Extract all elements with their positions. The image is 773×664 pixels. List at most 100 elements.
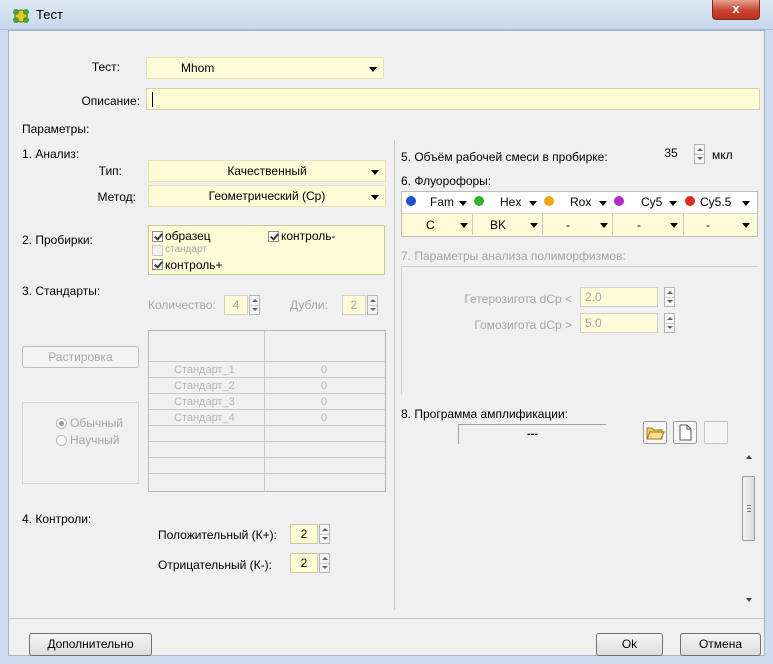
cy5-chevron-down-icon: [669, 201, 677, 206]
type-select[interactable]: Качественный: [148, 160, 386, 182]
homo-value[interactable]: 5.0: [580, 313, 658, 333]
title-bar: [0, 0, 773, 30]
standards-table: [148, 330, 386, 492]
standard-row-name: Стандарт_1: [174, 364, 235, 376]
duplicates-value[interactable]: 2: [342, 295, 366, 315]
control-plus-checkbox[interactable]: [152, 259, 163, 270]
analysis-label: 1. Анализ:: [22, 147, 80, 161]
rox-channel-name[interactable]: Rox: [570, 195, 591, 209]
negative-control-value[interactable]: 2: [290, 553, 318, 573]
titration-button[interactable]: Растировка: [22, 346, 139, 368]
window-title: Тест: [36, 7, 63, 22]
volume-value[interactable]: 35: [652, 144, 690, 164]
cy55-sub-select[interactable]: -: [706, 218, 710, 232]
type-label: Тип:: [98, 164, 122, 178]
app-icon: [12, 8, 30, 24]
new-file-icon[interactable]: [673, 421, 697, 444]
cy55-chevron-down-icon: [742, 201, 750, 206]
hetero-value[interactable]: 2.0: [580, 287, 658, 307]
cancel-button[interactable]: Отмена: [680, 633, 761, 656]
hex-channel-name[interactable]: Hex: [500, 195, 521, 209]
program-label: 8. Программа амплификации:: [401, 407, 569, 421]
homo-label: Гомозигота dCp >: [474, 318, 572, 332]
homo-spinner[interactable]: [664, 313, 675, 333]
controls-label: 4. Контроли:: [22, 512, 92, 526]
cy5-color-dot: [614, 196, 624, 206]
scroll-down-icon: [746, 598, 752, 602]
window-frame-left: [0, 30, 8, 664]
count-label: Количество:: [148, 298, 216, 312]
sample-checkbox[interactable]: [152, 231, 163, 242]
cy5-channel-name[interactable]: Cy5: [641, 195, 662, 209]
standard-row-name: Стандарт_2: [174, 380, 235, 392]
mode-normal-label: Обычный: [70, 416, 124, 430]
close-icon: x: [732, 1, 740, 16]
fam-color-dot: [406, 196, 416, 206]
description-input[interactable]: [146, 88, 760, 110]
polymorphism-label: 7. Параметры анализа полиморфизмов:: [401, 249, 626, 263]
rox-sub-select[interactable]: -: [566, 218, 570, 232]
test-select[interactable]: Mhom: [146, 57, 384, 79]
control-minus-checkbox[interactable]: [268, 231, 279, 242]
control-plus-label: контроль+: [165, 258, 223, 272]
sample-label: образец: [165, 229, 211, 243]
fam-sub-select[interactable]: C: [426, 218, 435, 232]
count-value[interactable]: 4: [224, 295, 248, 315]
standard-row-value: 0: [321, 412, 328, 424]
count-spinner[interactable]: [249, 295, 260, 315]
column-separator: [394, 140, 395, 610]
cy55-channel-name[interactable]: Cy5.5: [700, 195, 731, 209]
positive-control-value[interactable]: 2: [290, 524, 318, 544]
hex-chevron-down-icon: [529, 201, 537, 206]
standard-checkbox[interactable]: [152, 245, 163, 256]
method-select-value: Геометрический (Cp): [208, 189, 326, 203]
duplicates-label: Дубли:: [290, 298, 328, 312]
test-select-value: Mhom: [181, 61, 215, 75]
standard-row-name: Стандарт_3: [174, 396, 235, 408]
method-label: Метод:: [97, 190, 136, 204]
params-label: Параметры:: [22, 122, 90, 136]
fam-channel-name[interactable]: Fam: [430, 195, 454, 209]
method-select[interactable]: Геометрический (Cp): [148, 185, 386, 207]
mode-scientific-radio[interactable]: [56, 435, 67, 446]
test-label: Тест:: [91, 60, 120, 74]
volume-spinner[interactable]: [694, 144, 705, 164]
text-caret: [152, 92, 153, 107]
scroll-up-icon: [746, 455, 752, 459]
more-button[interactable]: Дополнительно: [29, 633, 152, 656]
cy55-color-dot: [685, 196, 695, 206]
duplicates-spinner[interactable]: [367, 295, 378, 315]
window-frame-bottom: [0, 656, 773, 664]
hetero-label: Гетерозигота dCp <: [464, 292, 572, 306]
footer-separator: [9, 618, 764, 619]
hetero-spinner[interactable]: [664, 287, 675, 307]
type-select-value: Качественный: [227, 164, 307, 178]
hex-color-dot: [474, 196, 484, 206]
positive-control-label: Положительный (К+):: [158, 528, 277, 542]
negative-control-spinner[interactable]: [319, 553, 330, 573]
rox-color-dot: [544, 196, 554, 206]
standard-row-value: 0: [321, 396, 328, 408]
volume-label: 5. Объём рабочей смеси в пробирке:: [401, 150, 608, 164]
hex-sub-select[interactable]: BK: [490, 218, 506, 232]
cy5-sub-select[interactable]: -: [637, 218, 641, 232]
chevron-down-icon: [369, 67, 377, 72]
chevron-down-icon: [670, 223, 678, 228]
open-folder-icon[interactable]: [643, 421, 667, 444]
mode-scientific-label: Научный: [70, 433, 120, 447]
chevron-down-icon: [600, 223, 608, 228]
blank-toolbar-button[interactable]: [704, 421, 728, 444]
program-value[interactable]: ---: [458, 424, 606, 444]
ok-button[interactable]: Ok: [596, 633, 663, 656]
volume-unit: мкл: [712, 148, 733, 162]
standard-row-name: Стандарт_4: [174, 412, 235, 424]
mode-normal-radio[interactable]: [56, 418, 67, 429]
program-scrollbar[interactable]: [741, 448, 757, 608]
positive-control-spinner[interactable]: [319, 524, 330, 544]
chevron-down-icon: [371, 170, 379, 175]
scrollbar-thumb[interactable]: [742, 476, 755, 541]
chevron-down-icon: [742, 223, 750, 228]
tubes-label: 2. Пробирки:: [22, 233, 93, 247]
window-frame-right: [765, 30, 773, 664]
close-button[interactable]: x: [712, 0, 760, 20]
